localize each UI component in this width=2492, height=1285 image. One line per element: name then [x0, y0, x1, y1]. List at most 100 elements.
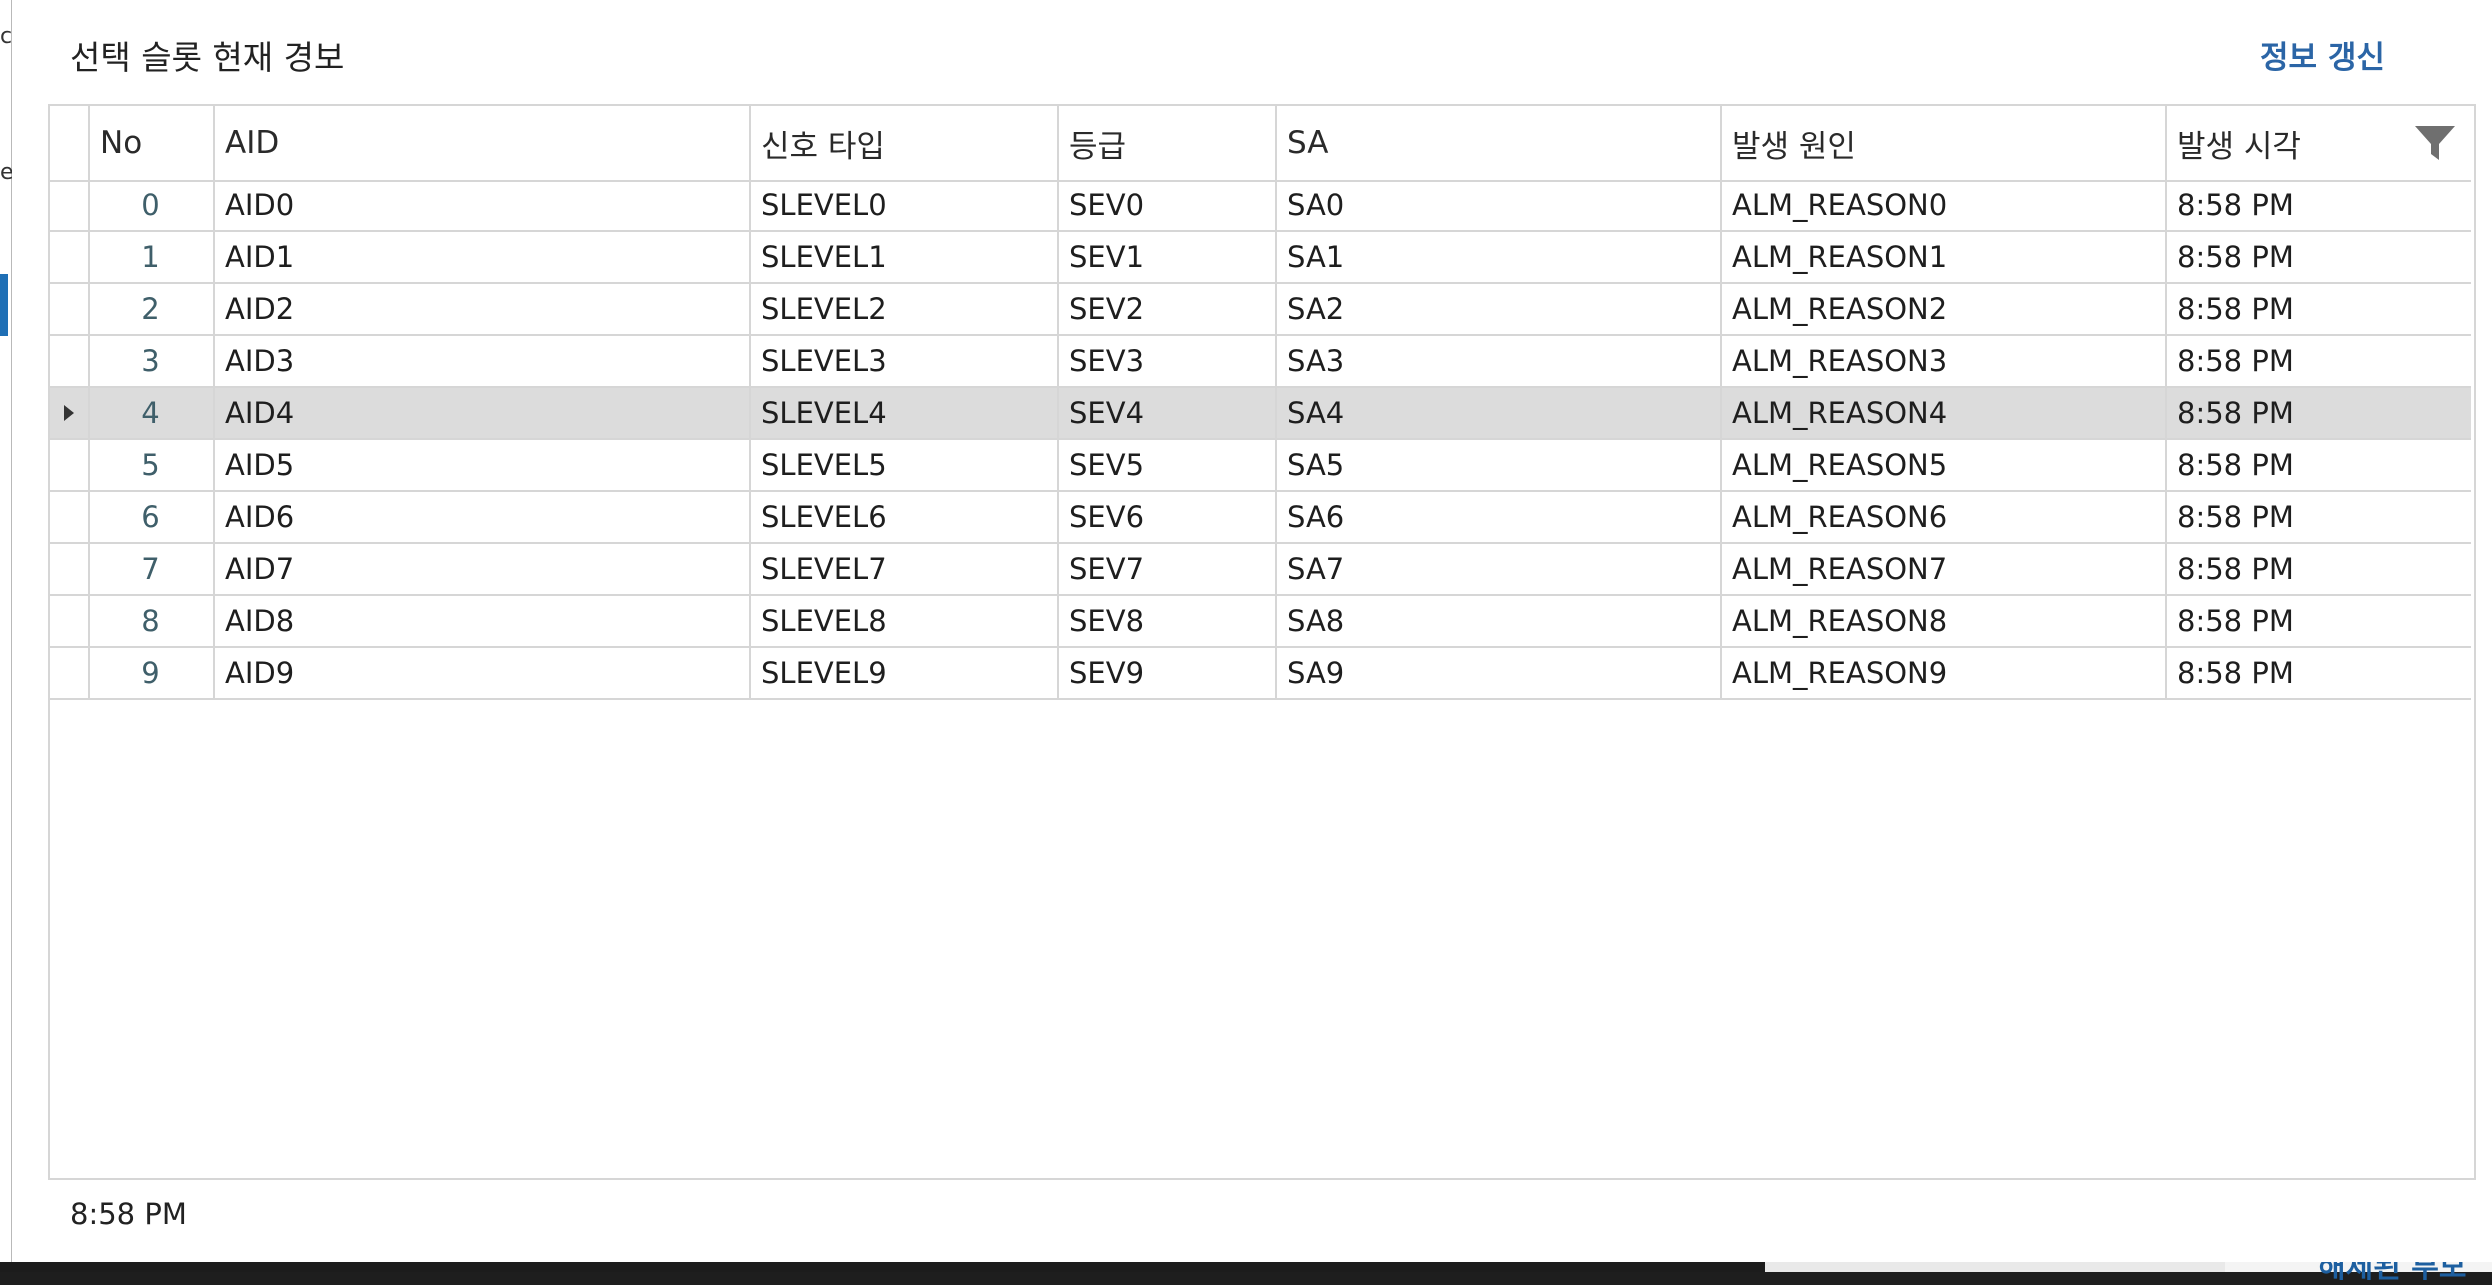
- filter-icon[interactable]: [2413, 124, 2457, 164]
- cell-signal-type: SLEVEL7: [749, 544, 1059, 594]
- refresh-info-button[interactable]: 정보 갱신: [2260, 36, 2385, 80]
- cell-signal-type: SLEVEL0: [749, 180, 1059, 230]
- column-header-sa[interactable]: SA: [1275, 106, 1722, 180]
- cell-time: 8:58 PM: [2177, 656, 2294, 690]
- cell-signal-type: SLEVEL4: [749, 388, 1059, 438]
- cell-signal-type: SLEVEL1: [749, 232, 1059, 282]
- footer-timestamp: 8:58 PM: [70, 1197, 187, 1231]
- table-row[interactable]: 1 AID1 SLEVEL1 SEV1 SA1 ALM_REASON1 8:58 PM: [50, 232, 2471, 284]
- table-row[interactable]: 9 AID9 SLEVEL9 SEV9 SA9 ALM_REASON9 8:58 PM: [50, 648, 2471, 700]
- row-header[interactable]: [50, 180, 90, 230]
- cell-cause: ALM_REASON8: [1720, 596, 2167, 646]
- background-char: c: [0, 24, 13, 49]
- column-header-severity[interactable]: 등급: [1057, 106, 1277, 180]
- row-header[interactable]: [50, 492, 90, 542]
- row-header[interactable]: [50, 388, 90, 438]
- cell-severity: SEV1: [1057, 232, 1277, 282]
- grid-header-row: No AID 신호 타입 등급 SA 발생 원인 발생 시각: [50, 106, 2471, 182]
- cell-cause: ALM_REASON3: [1720, 336, 2167, 386]
- cell-no: 3: [88, 336, 215, 386]
- cell-aid: AID8: [213, 596, 751, 646]
- cell-signal-type: SLEVEL5: [749, 440, 1059, 490]
- row-header[interactable]: [50, 440, 90, 490]
- row-header[interactable]: [50, 544, 90, 594]
- table-row[interactable]: 7 AID7 SLEVEL7 SEV7 SA7 ALM_REASON7 8:58 PM: [50, 544, 2471, 596]
- cell-signal-type: SLEVEL6: [749, 492, 1059, 542]
- cell-severity: SEV4: [1057, 388, 1277, 438]
- cell-sa: SA8: [1275, 596, 1722, 646]
- cell-sa: SA5: [1275, 440, 1722, 490]
- table-row[interactable]: 3 AID3 SLEVEL3 SEV3 SA3 ALM_REASON3 8:58 PM: [50, 336, 2471, 388]
- row-header[interactable]: [50, 648, 90, 698]
- cell-cause: ALM_REASON5: [1720, 440, 2167, 490]
- table-row[interactable]: 5 AID5 SLEVEL5 SEV5 SA5 ALM_REASON5 8:58 PM: [50, 440, 2471, 492]
- cell-sa: SA2: [1275, 284, 1722, 334]
- cell-time: 8:58 PM: [2177, 396, 2294, 430]
- cell-cause: ALM_REASON6: [1720, 492, 2167, 542]
- cell-no: 2: [88, 284, 215, 334]
- cell-no: 4: [88, 388, 215, 438]
- cell-aid: AID2: [213, 284, 751, 334]
- cell-severity: SEV5: [1057, 440, 1277, 490]
- cell-aid: AID4: [213, 388, 751, 438]
- row-header[interactable]: [50, 596, 90, 646]
- cell-aid: AID7: [213, 544, 751, 594]
- dialog-title: 선택 슬롯 현재 경보: [70, 38, 345, 77]
- column-header-aid[interactable]: AID: [213, 106, 751, 180]
- row-indicator-arrow-icon: [64, 405, 74, 421]
- row-header-corner: [50, 106, 90, 180]
- row-header[interactable]: [50, 336, 90, 386]
- table-row[interactable]: 2 AID2 SLEVEL2 SEV2 SA2 ALM_REASON2 8:58 PM: [50, 284, 2471, 336]
- cell-cause: ALM_REASON2: [1720, 284, 2167, 334]
- cell-severity: SEV0: [1057, 180, 1277, 230]
- cell-time: 8:58 PM: [2177, 448, 2294, 482]
- cell-time: 8:58 PM: [2177, 292, 2294, 326]
- column-header-cause[interactable]: 발생 원인: [1720, 106, 2167, 180]
- cell-sa: SA6: [1275, 492, 1722, 542]
- cell-sa: SA0: [1275, 180, 1722, 230]
- cell-sa: SA3: [1275, 336, 1722, 386]
- table-row[interactable]: 6 AID6 SLEVEL6 SEV6 SA6 ALM_REASON6 8:58 PM: [50, 492, 2471, 544]
- cell-aid: AID0: [213, 180, 751, 230]
- cell-cause: ALM_REASON0: [1720, 180, 2167, 230]
- table-row[interactable]: 4 AID4 SLEVEL4 SEV4 SA4 ALM_REASON4 8:58 PM: [50, 388, 2471, 440]
- row-header[interactable]: [50, 284, 90, 334]
- cell-cause: ALM_REASON4: [1720, 388, 2167, 438]
- cell-sa: SA4: [1275, 388, 1722, 438]
- cell-no: 0: [88, 180, 215, 230]
- current-alarms-dialog: 선택 슬롯 현재 경보 정보 갱신 No AID 신호 타입 등급 SA 발생 …: [12, 0, 2492, 1262]
- cell-time: 8:58 PM: [2177, 188, 2294, 222]
- cell-no: 8: [88, 596, 215, 646]
- cell-time: 8:58 PM: [2177, 500, 2294, 534]
- cell-sa: SA7: [1275, 544, 1722, 594]
- table-row[interactable]: 8 AID8 SLEVEL8 SEV8 SA8 ALM_REASON8 8:58 PM: [50, 596, 2471, 648]
- cell-no: 7: [88, 544, 215, 594]
- cell-aid: AID9: [213, 648, 751, 698]
- alarm-data-grid[interactable]: No AID 신호 타입 등급 SA 발생 원인 발생 시각 0 AID0 SLEV…: [48, 104, 2476, 1180]
- cell-cause: ALM_REASON9: [1720, 648, 2167, 698]
- column-header-signal-type[interactable]: 신호 타입: [749, 106, 1059, 180]
- cell-no: 9: [88, 648, 215, 698]
- cell-no: 5: [88, 440, 215, 490]
- table-row[interactable]: 0 AID0 SLEVEL0 SEV0 SA0 ALM_REASON0 8:58 PM: [50, 180, 2471, 232]
- background-selection-marker: [0, 274, 8, 336]
- cell-aid: AID1: [213, 232, 751, 282]
- row-header[interactable]: [50, 232, 90, 282]
- background-window-bottom-edge: 해제된 부모: [0, 1253, 2492, 1283]
- cell-aid: AID5: [213, 440, 751, 490]
- cell-signal-type: SLEVEL9: [749, 648, 1059, 698]
- cell-sa: SA1: [1275, 232, 1722, 282]
- cell-signal-type: SLEVEL8: [749, 596, 1059, 646]
- cell-cause: ALM_REASON1: [1720, 232, 2167, 282]
- cell-time: 8:58 PM: [2177, 344, 2294, 378]
- column-header-no[interactable]: No: [88, 106, 215, 180]
- cell-severity: SEV8: [1057, 596, 1277, 646]
- cell-severity: SEV2: [1057, 284, 1277, 334]
- cell-no: 1: [88, 232, 215, 282]
- cell-aid: AID3: [213, 336, 751, 386]
- background-window-left-edge: c e: [0, 0, 14, 1262]
- cell-sa: SA9: [1275, 648, 1722, 698]
- cell-no: 6: [88, 492, 215, 542]
- cell-severity: SEV9: [1057, 648, 1277, 698]
- cell-severity: SEV7: [1057, 544, 1277, 594]
